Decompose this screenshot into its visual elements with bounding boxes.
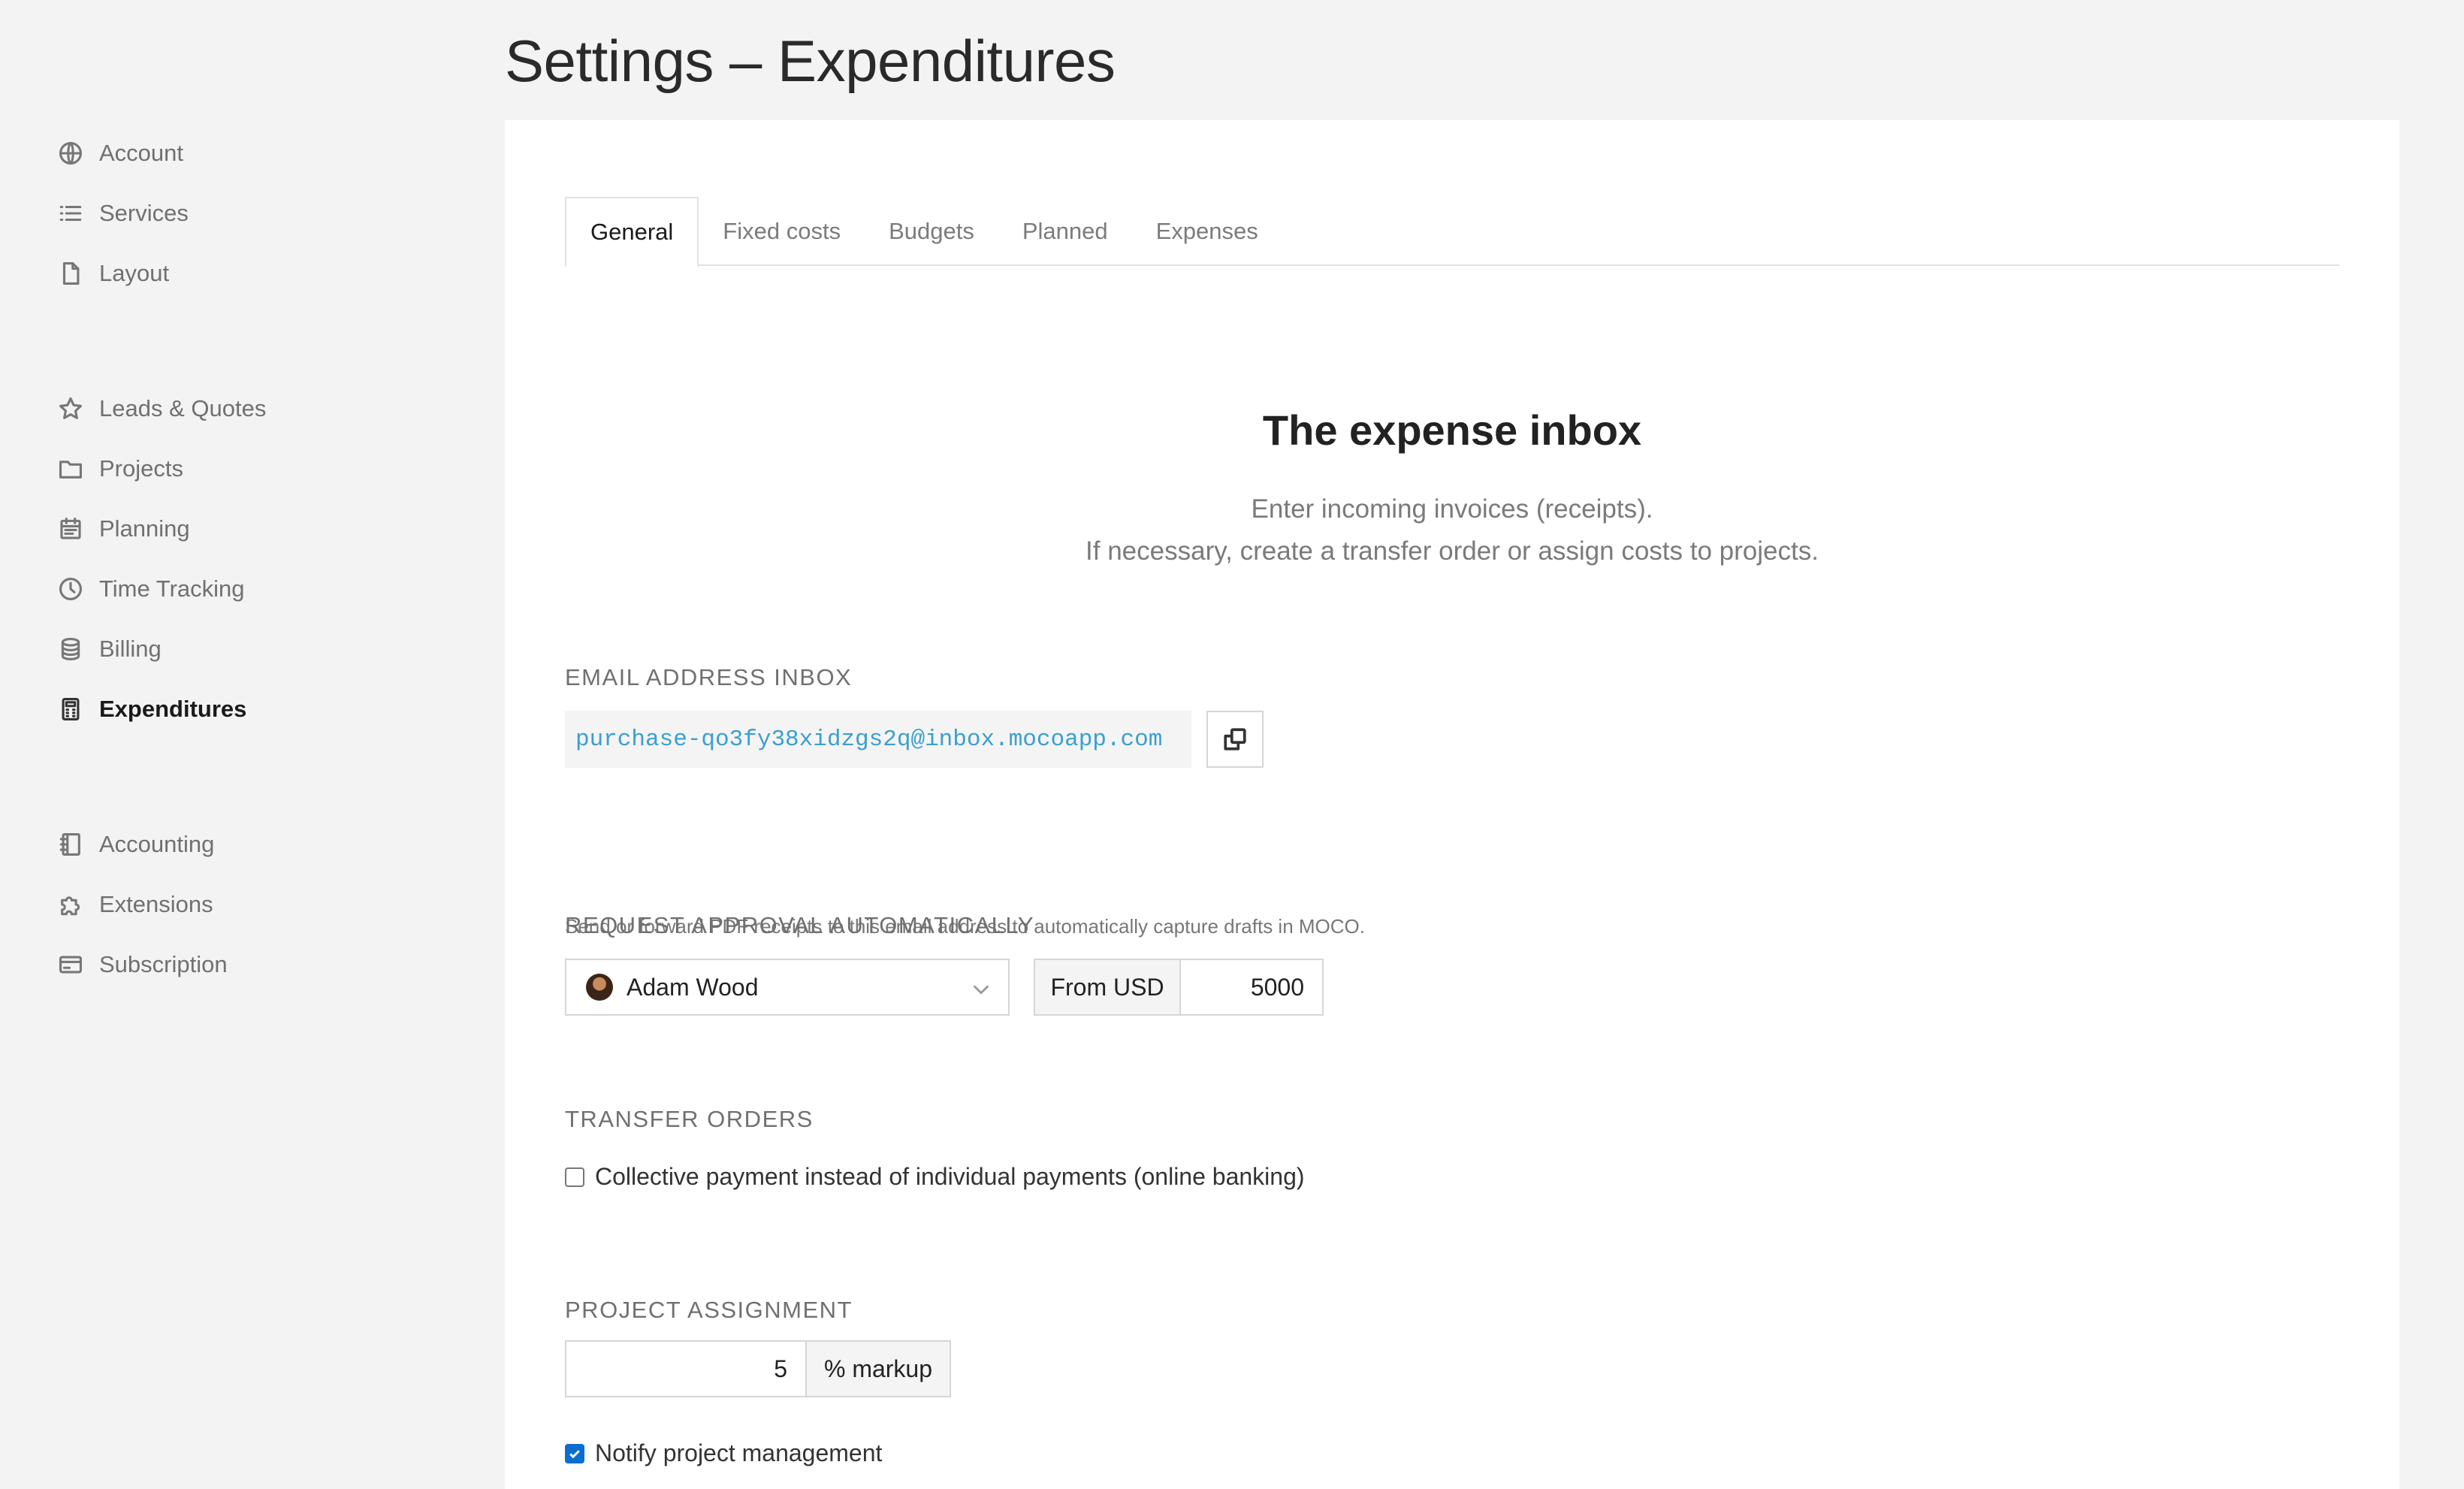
collective-payment-checkbox[interactable] bbox=[565, 1167, 584, 1187]
currency-addon: From USD bbox=[1035, 960, 1181, 1014]
collective-payment-label: Collective payment instead of individual… bbox=[595, 1163, 1305, 1190]
sidebar-item-projects[interactable]: Projects bbox=[56, 439, 266, 499]
settings-tabs: General Fixed costs Budgets Planned Expe… bbox=[565, 197, 2339, 267]
tab-budgets[interactable]: Budgets bbox=[865, 197, 998, 266]
approval-label: REQUEST APPROVAL AUTOMATICALLY bbox=[565, 912, 1034, 938]
notify-project-management-row: Notify project management bbox=[565, 1439, 882, 1467]
sidebar: Account Services Layout Leads & Quotes P… bbox=[0, 0, 481, 1489]
notify-project-management-label: Notify project management bbox=[595, 1439, 883, 1466]
email-inbox-address: purchase-qo3fy38xidzgs2q@inbox.mocoapp.c… bbox=[565, 711, 1191, 768]
email-inbox-label: EMAIL ADDRESS INBOX bbox=[565, 664, 853, 690]
settings-card: General Fixed costs Budgets Planned Expe… bbox=[505, 120, 2399, 1489]
sidebar-item-accounting[interactable]: Accounting bbox=[56, 814, 228, 874]
copy-icon bbox=[1222, 726, 1248, 752]
puzzle-icon bbox=[56, 889, 86, 920]
approval-threshold-group: From USD 5000 bbox=[1034, 959, 1324, 1016]
calendar-icon bbox=[56, 514, 86, 544]
sidebar-item-label: Subscription bbox=[99, 951, 228, 977]
clock-icon bbox=[56, 574, 86, 604]
sidebar-item-label: Services bbox=[99, 200, 189, 226]
copy-email-button[interactable] bbox=[1206, 711, 1264, 768]
sidebar-item-label: Accounting bbox=[99, 831, 215, 857]
tab-expenses[interactable]: Expenses bbox=[1132, 197, 1282, 266]
sidebar-item-label: Planning bbox=[99, 515, 190, 542]
document-icon bbox=[56, 258, 86, 288]
star-icon bbox=[56, 394, 86, 424]
folder-icon bbox=[56, 454, 86, 484]
markup-group: 5 % markup bbox=[565, 1340, 951, 1397]
sidebar-item-extensions[interactable]: Extensions bbox=[56, 874, 228, 935]
approver-select[interactable]: Adam Wood bbox=[565, 959, 1010, 1016]
project-assignment-label: PROJECT ASSIGNMENT bbox=[565, 1297, 853, 1323]
expense-inbox-title: The expense inbox bbox=[1262, 406, 1642, 454]
sidebar-item-label: Expenditures bbox=[99, 696, 247, 722]
collective-payment-row: Collective payment instead of individual… bbox=[565, 1163, 1305, 1191]
sidebar-item-label: Extensions bbox=[99, 891, 213, 917]
list-icon bbox=[56, 198, 86, 228]
calculator-icon bbox=[56, 694, 86, 724]
sidebar-item-label: Billing bbox=[99, 636, 162, 662]
sidebar-item-services[interactable]: Services bbox=[56, 183, 189, 243]
markup-input[interactable]: 5 bbox=[566, 1342, 807, 1396]
sidebar-item-subscription[interactable]: Subscription bbox=[56, 935, 228, 995]
sidebar-item-billing[interactable]: Billing bbox=[56, 619, 266, 679]
chevron-down-icon bbox=[971, 978, 992, 999]
notify-project-management-checkbox[interactable] bbox=[565, 1443, 584, 1463]
expense-inbox-description-line-2: If necessary, create a transfer order or… bbox=[1086, 536, 1819, 566]
sidebar-item-label: Account bbox=[99, 140, 184, 166]
sidebar-item-leads-quotes[interactable]: Leads & Quotes bbox=[56, 379, 266, 439]
expense-inbox-description-line-1: Enter incoming invoices (receipts). bbox=[1251, 494, 1653, 524]
tab-general[interactable]: General bbox=[565, 197, 699, 267]
tab-fixed-costs[interactable]: Fixed costs bbox=[699, 197, 865, 266]
sidebar-group-general: Account Services Layout bbox=[56, 123, 189, 304]
ledger-icon bbox=[56, 829, 86, 859]
sidebar-item-expenditures[interactable]: Expenditures bbox=[56, 679, 266, 739]
sidebar-item-time-tracking[interactable]: Time Tracking bbox=[56, 559, 266, 619]
credit-card-icon bbox=[56, 950, 86, 980]
sidebar-group-workflow: Leads & Quotes Projects Planning Time Tr… bbox=[56, 379, 266, 739]
checkmark-icon bbox=[569, 1449, 580, 1458]
transfer-orders-label: TRANSFER ORDERS bbox=[565, 1106, 814, 1132]
sidebar-item-account[interactable]: Account bbox=[56, 123, 189, 183]
sidebar-item-planning[interactable]: Planning bbox=[56, 499, 266, 559]
sidebar-group-admin: Accounting Extensions Subscription bbox=[56, 814, 228, 995]
sidebar-item-label: Projects bbox=[99, 455, 183, 482]
approval-threshold-input[interactable]: 5000 bbox=[1181, 960, 1322, 1014]
approver-name: Adam Wood bbox=[627, 973, 759, 1001]
sidebar-item-layout[interactable]: Layout bbox=[56, 243, 189, 304]
database-icon bbox=[56, 634, 86, 664]
sidebar-item-label: Leads & Quotes bbox=[99, 395, 267, 421]
avatar bbox=[586, 974, 613, 1001]
sidebar-item-label: Layout bbox=[99, 260, 170, 286]
sidebar-item-label: Time Tracking bbox=[99, 575, 245, 602]
markup-addon: % markup bbox=[807, 1342, 950, 1396]
globe-icon bbox=[56, 138, 86, 168]
tab-planned[interactable]: Planned bbox=[998, 197, 1132, 266]
page-title: Settings – Expenditures bbox=[505, 28, 1116, 94]
